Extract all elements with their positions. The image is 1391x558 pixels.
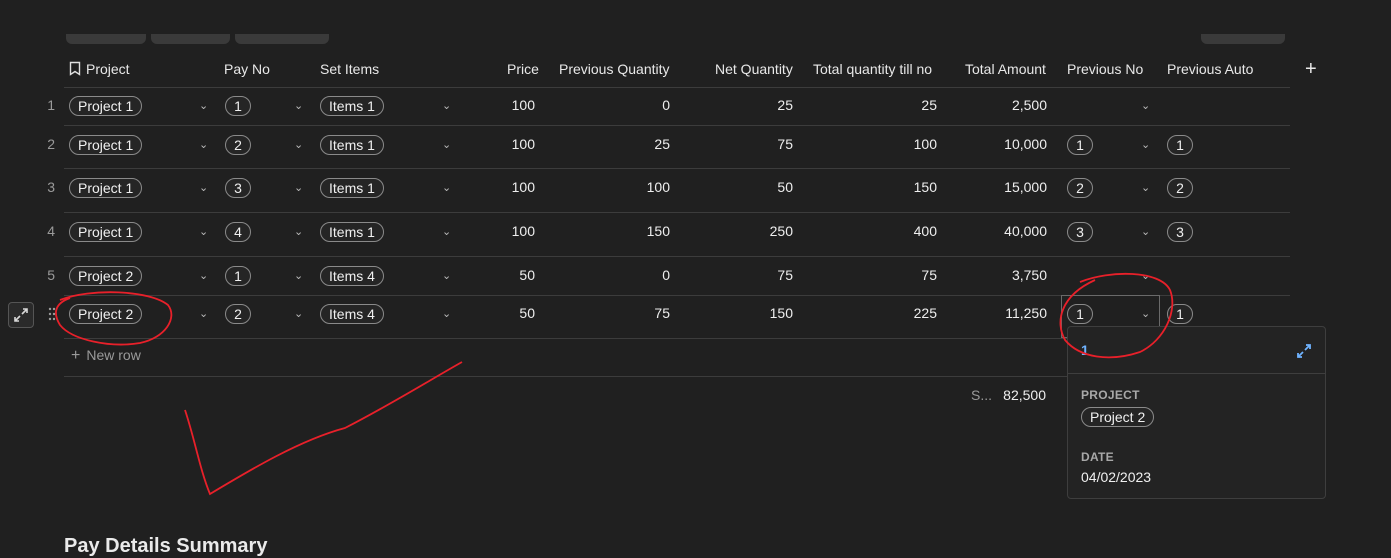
- annotation-circle-previous-no: [1059, 272, 1174, 359]
- annotation-checkmark: [184, 361, 463, 496]
- annotation-overlay: [55, 272, 1174, 496]
- annotation-circle-project: [55, 291, 173, 346]
